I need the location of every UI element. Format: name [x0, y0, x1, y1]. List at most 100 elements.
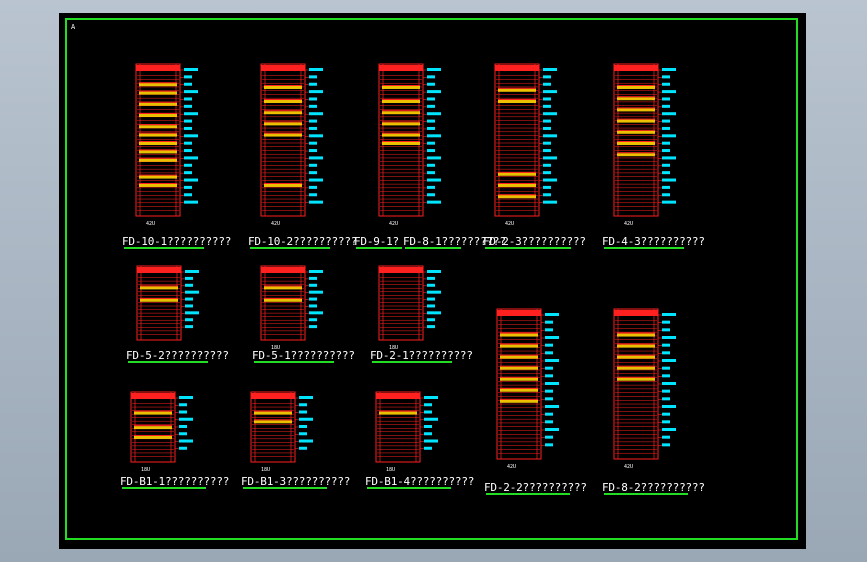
- callout-label: [662, 200, 676, 204]
- callout-label: [424, 446, 432, 450]
- callout-label: [309, 149, 317, 153]
- callout-label: [662, 328, 670, 332]
- callout-label: [185, 304, 193, 308]
- callout-label: [545, 343, 553, 347]
- callout-label: [662, 163, 670, 167]
- callout-label: [543, 200, 557, 204]
- callout-label: [424, 396, 438, 399]
- rack-elevation-drawing: 42U 42U 42U 42U 42U18U 18U18U 18U 18U 42U 42U: [130, 63, 676, 473]
- callout-label: [427, 90, 441, 94]
- equipment-band: [139, 125, 177, 129]
- callout-label: [543, 149, 551, 153]
- callout-label: [545, 382, 559, 385]
- callout-label: [184, 149, 192, 153]
- equipment-edge: [264, 121, 302, 123]
- equipment-edge: [139, 90, 177, 92]
- rack-header: [376, 393, 420, 399]
- rack-height-label: 18U: [386, 467, 395, 473]
- callout-label: [427, 304, 435, 308]
- callout-label: [427, 297, 435, 301]
- equipment-band: [264, 100, 302, 103]
- callout-label: [424, 410, 432, 414]
- callout-label: [662, 313, 676, 316]
- rack-frame: [136, 265, 182, 341]
- callout-label: [427, 156, 441, 160]
- equipment-edge: [617, 129, 655, 131]
- equipment-edge: [498, 87, 536, 89]
- rack-frame: [613, 308, 659, 460]
- title-underline: [372, 361, 452, 363]
- equipment-edge: [264, 85, 302, 86]
- callout-label: [543, 163, 551, 167]
- callout-label: [662, 443, 670, 447]
- callout-label: [662, 156, 676, 160]
- equipment-band: [500, 355, 538, 359]
- rack-height-label: 42U: [507, 464, 516, 470]
- callout-label: [427, 126, 435, 130]
- callout-label: [662, 343, 670, 347]
- equipment-band: [617, 377, 655, 381]
- equipment-edge: [134, 410, 172, 412]
- equipment-edge: [500, 376, 538, 378]
- callout-label: [184, 193, 192, 197]
- equipment-band: [139, 150, 177, 154]
- equipment-edge: [500, 343, 538, 345]
- callout-label: [545, 336, 559, 339]
- equipment-edge: [617, 343, 655, 345]
- equipment-band: [500, 399, 538, 403]
- equipment-edge: [139, 174, 177, 176]
- rack-frame: [378, 265, 424, 341]
- callout-label: [309, 141, 317, 145]
- callout-label: [545, 313, 559, 316]
- equipment-edge: [382, 85, 420, 86]
- callout-label: [427, 97, 435, 101]
- callout-label: [662, 428, 676, 431]
- equipment-band: [134, 411, 172, 415]
- callout-label: [179, 439, 193, 443]
- callout-label: [662, 420, 670, 424]
- equipment-edge: [140, 285, 178, 287]
- callout-label: [543, 82, 551, 86]
- callout-label: [545, 435, 553, 439]
- callout-label: [545, 397, 553, 401]
- callout-label: [184, 90, 198, 94]
- callout-label: [662, 397, 670, 401]
- rack-height-label: 18U: [141, 467, 150, 473]
- callout-label: [543, 178, 557, 182]
- equipment-edge: [140, 297, 178, 299]
- callout-label: [179, 432, 187, 436]
- callout-label: [184, 200, 198, 204]
- callout-label: [309, 97, 317, 101]
- callout-label: [309, 156, 323, 160]
- callout-label: [543, 119, 551, 123]
- callout-label: [427, 68, 441, 71]
- title-underline: [405, 247, 461, 249]
- callout-label: [184, 112, 198, 116]
- equipment-band: [498, 100, 536, 103]
- callout-label: [185, 297, 193, 301]
- callout-label: [185, 290, 199, 294]
- rack-frame: [250, 391, 296, 463]
- callout-label: [424, 439, 438, 443]
- equipment-band: [139, 158, 177, 162]
- callout-label: [309, 163, 317, 167]
- callout-label: [662, 412, 670, 416]
- equipment-edge: [498, 183, 536, 184]
- equipment-edge: [500, 365, 538, 367]
- callout-label: [179, 410, 187, 414]
- callout-label: [543, 75, 551, 79]
- equipment-edge: [139, 113, 177, 114]
- equipment-band: [382, 111, 420, 115]
- callout-label: [184, 104, 192, 108]
- callout-label: [179, 446, 187, 450]
- callout-label: [427, 104, 435, 108]
- callout-label: [184, 185, 192, 189]
- callout-label: [309, 185, 317, 189]
- equipment-band: [379, 411, 417, 415]
- callout-label: [427, 75, 435, 79]
- callout-label: [309, 297, 317, 301]
- rack-frame: [260, 265, 306, 341]
- callout-label: [543, 68, 557, 71]
- callout-label: [299, 396, 313, 399]
- rack-header: [137, 267, 181, 273]
